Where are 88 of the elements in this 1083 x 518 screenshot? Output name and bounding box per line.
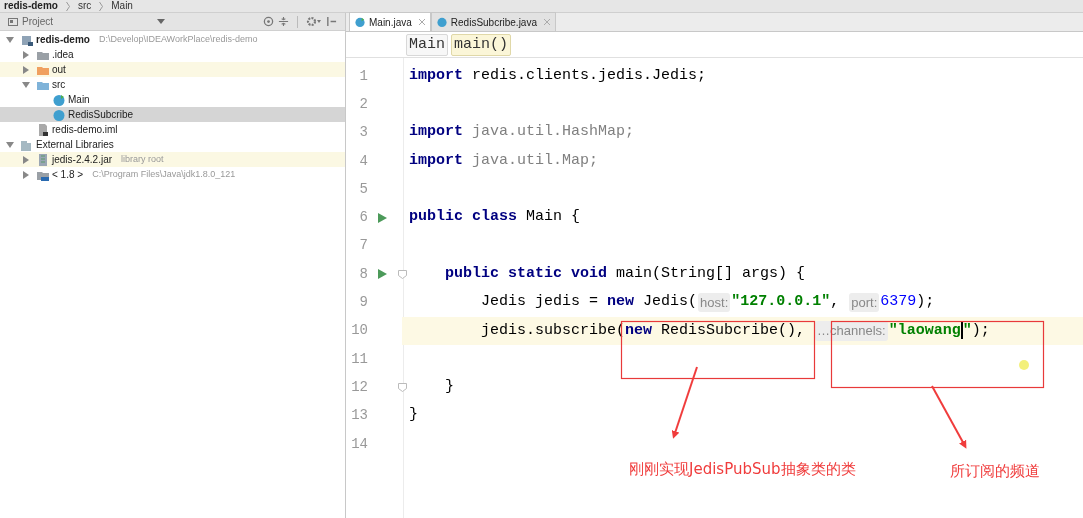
line-number: 2 — [358, 94, 368, 114]
tree-label: Main — [68, 93, 90, 107]
expanded-arrow-icon[interactable] — [6, 35, 14, 44]
library-icon — [21, 138, 33, 151]
tree-label: External Libraries — [36, 138, 114, 152]
code-line: Jedis jedis = new Jedis( host: "127.0.0.1", port: 6379); — [481, 291, 935, 314]
project-view-icon — [8, 16, 18, 27]
tree-detail: D:\Develop\IDEAWorkPlace\redis-demo — [98, 32, 258, 46]
hide-panel-icon[interactable] — [326, 16, 337, 27]
code-line: } — [409, 405, 418, 426]
panel-title[interactable]: Project — [22, 14, 54, 29]
breadcrumb-item[interactable]: redis-demo — [4, 0, 58, 12]
parameter-hint: host: — [698, 292, 731, 313]
tree-detail: C:\Program Files\Java\jdk1.8.0_121 — [92, 167, 236, 181]
line-number: 6 — [358, 208, 368, 228]
breadcrumb-item[interactable]: Main — [111, 0, 133, 12]
close-icon[interactable] — [544, 19, 550, 25]
line-number: 9 — [358, 293, 368, 312]
class-icon — [436, 17, 447, 27]
class-icon — [355, 17, 365, 27]
tree-row[interactable]: src — [0, 77, 345, 92]
annotation-label: 刚刚实现JedisPubSub抽象类的类 — [629, 459, 856, 480]
tree-row[interactable]: .idea — [0, 47, 345, 62]
arrow — [931, 385, 967, 449]
tree-row[interactable]: Main — [0, 92, 345, 107]
line-number: 12 — [350, 377, 368, 397]
jar-icon — [37, 153, 49, 166]
settings-icon[interactable] — [306, 16, 322, 27]
breadcrumb-item[interactable]: main() — [451, 33, 512, 56]
locate-icon[interactable] — [263, 16, 274, 27]
tree-label: RedisSubcribe — [68, 108, 134, 122]
run-icon[interactable] — [378, 269, 387, 280]
line-number: 1 — [358, 66, 368, 86]
annotation-label: 所订阅的频道 — [950, 461, 1040, 482]
class-icon — [53, 108, 65, 121]
tree-row[interactable]: RedisSubcribe — [0, 107, 345, 122]
run-icon[interactable] — [378, 212, 387, 223]
line-number: 10 — [350, 321, 368, 341]
parameter-hint: port: — [849, 292, 880, 313]
line-number: 3 — [358, 123, 368, 143]
line-number: 5 — [358, 179, 368, 199]
breadcrumb-item[interactable]: Main — [406, 33, 448, 56]
tree-row[interactable]: redis-demo D:\Develop\IDEAWorkPlace\redis-demo — [0, 32, 345, 47]
tree-label: < 1.8 > — [52, 168, 84, 182]
breadcrumb-item[interactable]: src — [77, 0, 92, 12]
line-number: 4 — [358, 151, 368, 171]
expanded-arrow-icon[interactable] — [6, 140, 14, 149]
line-number: 7 — [358, 236, 368, 256]
collapse-icon[interactable] — [278, 16, 289, 27]
dropdown-caret-icon[interactable] — [157, 19, 166, 24]
code-line: } — [445, 377, 454, 398]
collapsed-arrow-icon[interactable] — [22, 50, 30, 59]
collapsed-arrow-icon[interactable] — [22, 170, 30, 179]
collapsed-arrow-icon[interactable] — [22, 155, 30, 164]
line-number: 11 — [350, 349, 368, 369]
collapsed-arrow-icon[interactable] — [22, 65, 30, 74]
class-icon — [53, 93, 65, 106]
tree-label: .idea — [52, 48, 74, 62]
fold-icon[interactable] — [398, 269, 407, 279]
tree-label: out — [52, 63, 66, 77]
code-line: import java.util.HashMap; — [409, 122, 635, 143]
module-icon — [21, 33, 33, 46]
code-line: public class Main { — [409, 207, 581, 228]
tree-label: redis-demo.iml — [52, 123, 118, 137]
editor-tab[interactable]: Main.java — [349, 12, 431, 31]
cursor-highlight — [1019, 360, 1029, 370]
tree-label: jedis-2.4.2.jar — [52, 153, 113, 167]
fold-icon[interactable] — [398, 382, 407, 392]
tree-label: src — [52, 78, 66, 92]
tree-detail: library root — [121, 152, 164, 166]
line-number: 13 — [350, 406, 368, 426]
tree-label: redis-demo — [36, 33, 90, 47]
tree-row[interactable]: jedis-2.4.2.jar library root — [0, 152, 345, 167]
expanded-arrow-icon[interactable] — [22, 80, 30, 89]
chevron-icon — [65, 1, 70, 11]
close-icon[interactable] — [418, 19, 425, 25]
chevron-icon — [99, 1, 104, 11]
code-line: import redis.clients.jedis.Jedis; — [409, 65, 707, 86]
file-icon — [37, 123, 49, 136]
tree-row[interactable]: out — [0, 62, 345, 77]
line-number: 8 — [358, 264, 368, 284]
tree-row[interactable]: redis-demo.iml — [0, 122, 345, 137]
tree-row[interactable]: External Libraries — [0, 137, 345, 152]
code-line: public static void main(String[] args) { — [445, 263, 806, 284]
editor-tab[interactable]: RedisSubcribe.java — [430, 12, 556, 31]
code-line: import java.util.Map; — [409, 150, 599, 171]
tree-row[interactable]: < 1.8 > C:\Program Files\Java\jdk1.8.0_121 — [0, 167, 345, 182]
line-number: 14 — [350, 434, 368, 454]
